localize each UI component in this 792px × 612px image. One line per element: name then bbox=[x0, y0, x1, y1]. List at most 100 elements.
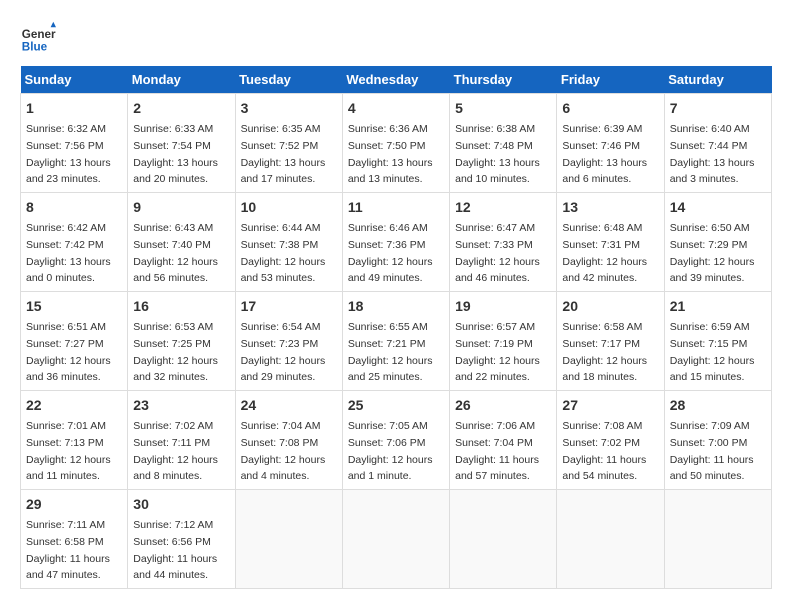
day-number: 14 bbox=[670, 197, 766, 218]
calendar-cell: 22 Sunrise: 7:01 AM Sunset: 7:13 PM Dayl… bbox=[21, 391, 128, 490]
day-number: 15 bbox=[26, 296, 122, 317]
calendar-header-tuesday: Tuesday bbox=[235, 66, 342, 94]
daylight-info: Daylight: 12 hours and 49 minutes. bbox=[348, 256, 433, 285]
sunrise-info: Sunrise: 7:12 AM bbox=[133, 519, 213, 531]
sunset-info: Sunset: 7:33 PM bbox=[455, 239, 533, 251]
sunset-info: Sunset: 7:48 PM bbox=[455, 140, 533, 152]
calendar-cell: 6 Sunrise: 6:39 AM Sunset: 7:46 PM Dayli… bbox=[557, 94, 664, 193]
daylight-info: Daylight: 12 hours and 56 minutes. bbox=[133, 256, 218, 285]
sunset-info: Sunset: 6:58 PM bbox=[26, 536, 104, 548]
daylight-info: Daylight: 12 hours and 22 minutes. bbox=[455, 355, 540, 384]
calendar-cell: 2 Sunrise: 6:33 AM Sunset: 7:54 PM Dayli… bbox=[128, 94, 235, 193]
sunset-info: Sunset: 7:29 PM bbox=[670, 239, 748, 251]
calendar-cell: 17 Sunrise: 6:54 AM Sunset: 7:23 PM Dayl… bbox=[235, 292, 342, 391]
svg-text:Blue: Blue bbox=[22, 41, 48, 54]
sunrise-info: Sunrise: 6:32 AM bbox=[26, 123, 106, 135]
calendar-cell: 24 Sunrise: 7:04 AM Sunset: 7:08 PM Dayl… bbox=[235, 391, 342, 490]
calendar-cell: 23 Sunrise: 7:02 AM Sunset: 7:11 PM Dayl… bbox=[128, 391, 235, 490]
calendar-cell: 21 Sunrise: 6:59 AM Sunset: 7:15 PM Dayl… bbox=[664, 292, 771, 391]
sunrise-info: Sunrise: 6:46 AM bbox=[348, 222, 428, 234]
calendar-week-row: 8 Sunrise: 6:42 AM Sunset: 7:42 PM Dayli… bbox=[21, 193, 772, 292]
sunset-info: Sunset: 7:54 PM bbox=[133, 140, 211, 152]
sunrise-info: Sunrise: 6:48 AM bbox=[562, 222, 642, 234]
daylight-info: Daylight: 13 hours and 20 minutes. bbox=[133, 157, 218, 186]
calendar-week-row: 29 Sunrise: 7:11 AM Sunset: 6:58 PM Dayl… bbox=[21, 490, 772, 589]
sunrise-info: Sunrise: 7:02 AM bbox=[133, 420, 213, 432]
daylight-info: Daylight: 12 hours and 36 minutes. bbox=[26, 355, 111, 384]
daylight-info: Daylight: 12 hours and 4 minutes. bbox=[241, 454, 326, 483]
calendar-cell: 12 Sunrise: 6:47 AM Sunset: 7:33 PM Dayl… bbox=[450, 193, 557, 292]
svg-text:General: General bbox=[22, 28, 56, 41]
calendar-cell: 4 Sunrise: 6:36 AM Sunset: 7:50 PM Dayli… bbox=[342, 94, 449, 193]
sunrise-info: Sunrise: 7:08 AM bbox=[562, 420, 642, 432]
day-number: 23 bbox=[133, 395, 229, 416]
daylight-info: Daylight: 13 hours and 6 minutes. bbox=[562, 157, 647, 186]
sunrise-info: Sunrise: 7:04 AM bbox=[241, 420, 321, 432]
calendar-header-saturday: Saturday bbox=[664, 66, 771, 94]
sunrise-info: Sunrise: 6:54 AM bbox=[241, 321, 321, 333]
sunset-info: Sunset: 7:06 PM bbox=[348, 437, 426, 449]
sunrise-info: Sunrise: 6:36 AM bbox=[348, 123, 428, 135]
sunrise-info: Sunrise: 7:05 AM bbox=[348, 420, 428, 432]
sunset-info: Sunset: 7:04 PM bbox=[455, 437, 533, 449]
day-number: 4 bbox=[348, 98, 444, 119]
day-number: 28 bbox=[670, 395, 766, 416]
day-number: 10 bbox=[241, 197, 337, 218]
sunrise-info: Sunrise: 6:50 AM bbox=[670, 222, 750, 234]
calendar-cell bbox=[664, 490, 771, 589]
daylight-info: Daylight: 12 hours and 15 minutes. bbox=[670, 355, 755, 384]
calendar-cell: 14 Sunrise: 6:50 AM Sunset: 7:29 PM Dayl… bbox=[664, 193, 771, 292]
calendar-header-thursday: Thursday bbox=[450, 66, 557, 94]
daylight-info: Daylight: 11 hours and 44 minutes. bbox=[133, 553, 217, 582]
sunset-info: Sunset: 7:50 PM bbox=[348, 140, 426, 152]
calendar-cell bbox=[557, 490, 664, 589]
day-number: 2 bbox=[133, 98, 229, 119]
day-number: 13 bbox=[562, 197, 658, 218]
daylight-info: Daylight: 13 hours and 23 minutes. bbox=[26, 157, 111, 186]
day-number: 29 bbox=[26, 494, 122, 515]
calendar-cell bbox=[342, 490, 449, 589]
calendar-cell: 18 Sunrise: 6:55 AM Sunset: 7:21 PM Dayl… bbox=[342, 292, 449, 391]
day-number: 25 bbox=[348, 395, 444, 416]
sunrise-info: Sunrise: 6:57 AM bbox=[455, 321, 535, 333]
calendar-cell: 15 Sunrise: 6:51 AM Sunset: 7:27 PM Dayl… bbox=[21, 292, 128, 391]
calendar-header-monday: Monday bbox=[128, 66, 235, 94]
daylight-info: Daylight: 12 hours and 32 minutes. bbox=[133, 355, 218, 384]
sunrise-info: Sunrise: 7:09 AM bbox=[670, 420, 750, 432]
day-number: 5 bbox=[455, 98, 551, 119]
logo: General Blue bbox=[20, 20, 56, 56]
sunrise-info: Sunrise: 6:51 AM bbox=[26, 321, 106, 333]
calendar-cell: 11 Sunrise: 6:46 AM Sunset: 7:36 PM Dayl… bbox=[342, 193, 449, 292]
sunset-info: Sunset: 7:08 PM bbox=[241, 437, 319, 449]
calendar-week-row: 1 Sunrise: 6:32 AM Sunset: 7:56 PM Dayli… bbox=[21, 94, 772, 193]
calendar-cell bbox=[450, 490, 557, 589]
sunset-info: Sunset: 7:25 PM bbox=[133, 338, 211, 350]
day-number: 18 bbox=[348, 296, 444, 317]
daylight-info: Daylight: 13 hours and 10 minutes. bbox=[455, 157, 540, 186]
calendar-cell: 13 Sunrise: 6:48 AM Sunset: 7:31 PM Dayl… bbox=[557, 193, 664, 292]
day-number: 1 bbox=[26, 98, 122, 119]
calendar-cell: 16 Sunrise: 6:53 AM Sunset: 7:25 PM Dayl… bbox=[128, 292, 235, 391]
calendar-cell: 19 Sunrise: 6:57 AM Sunset: 7:19 PM Dayl… bbox=[450, 292, 557, 391]
sunset-info: Sunset: 7:02 PM bbox=[562, 437, 640, 449]
calendar-cell: 30 Sunrise: 7:12 AM Sunset: 6:56 PM Dayl… bbox=[128, 490, 235, 589]
day-number: 19 bbox=[455, 296, 551, 317]
calendar-table: SundayMondayTuesdayWednesdayThursdayFrid… bbox=[20, 66, 772, 589]
calendar-cell: 28 Sunrise: 7:09 AM Sunset: 7:00 PM Dayl… bbox=[664, 391, 771, 490]
logo-icon: General Blue bbox=[20, 20, 56, 56]
day-number: 16 bbox=[133, 296, 229, 317]
sunrise-info: Sunrise: 6:40 AM bbox=[670, 123, 750, 135]
day-number: 12 bbox=[455, 197, 551, 218]
day-number: 3 bbox=[241, 98, 337, 119]
daylight-info: Daylight: 12 hours and 25 minutes. bbox=[348, 355, 433, 384]
sunset-info: Sunset: 7:15 PM bbox=[670, 338, 748, 350]
sunrise-info: Sunrise: 6:39 AM bbox=[562, 123, 642, 135]
sunset-info: Sunset: 7:17 PM bbox=[562, 338, 640, 350]
daylight-info: Daylight: 13 hours and 13 minutes. bbox=[348, 157, 433, 186]
calendar-header-row: SundayMondayTuesdayWednesdayThursdayFrid… bbox=[21, 66, 772, 94]
sunrise-info: Sunrise: 6:58 AM bbox=[562, 321, 642, 333]
day-number: 27 bbox=[562, 395, 658, 416]
calendar-cell: 8 Sunrise: 6:42 AM Sunset: 7:42 PM Dayli… bbox=[21, 193, 128, 292]
calendar-cell: 3 Sunrise: 6:35 AM Sunset: 7:52 PM Dayli… bbox=[235, 94, 342, 193]
calendar-cell: 9 Sunrise: 6:43 AM Sunset: 7:40 PM Dayli… bbox=[128, 193, 235, 292]
